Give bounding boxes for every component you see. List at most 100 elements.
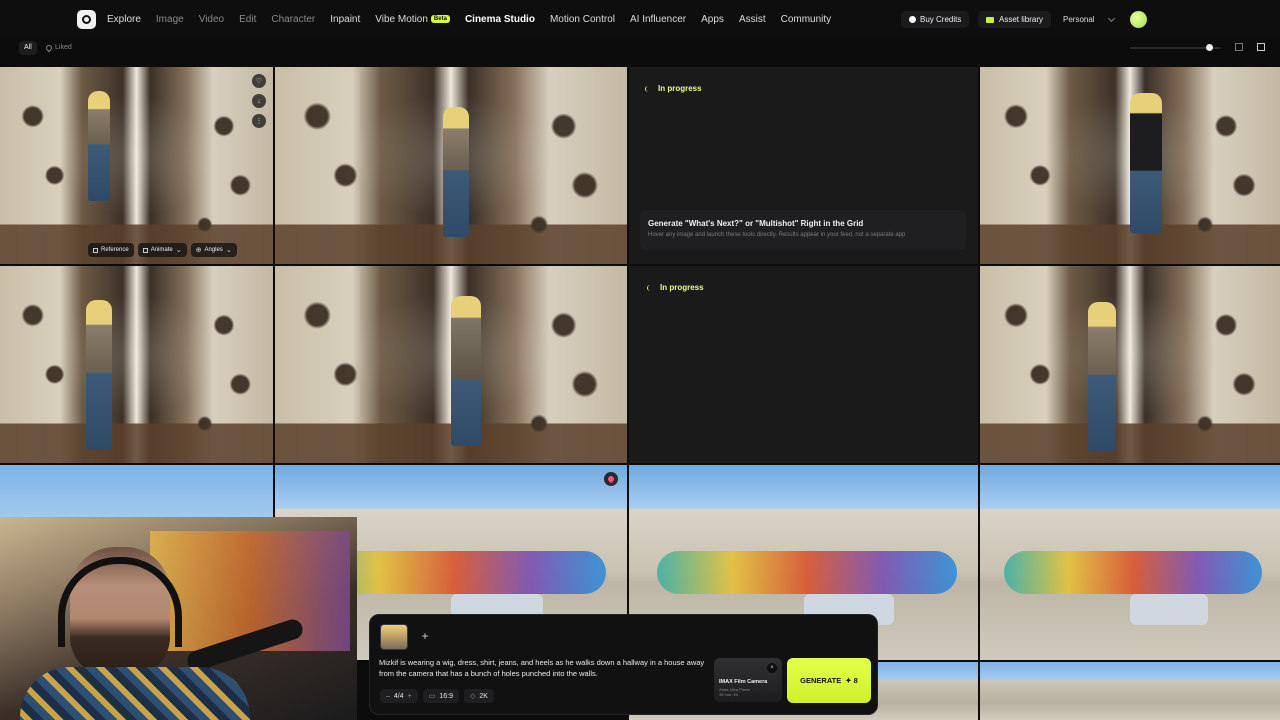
generate-cost: ✦ 8 (845, 676, 858, 685)
reference-image-thumbnail[interactable] (380, 624, 408, 650)
prompt-input[interactable]: Mizkif is wearing a wig, dress, shirt, j… (379, 657, 709, 679)
image-subject (443, 107, 469, 237)
spinner-icon (645, 85, 651, 92)
image-hover-actions: ♡ ↓ ⋮ (252, 74, 266, 128)
nav-item-label: AI Influencer (629, 13, 687, 25)
generate-button[interactable]: GENERATE ✦ 8 (787, 658, 871, 703)
nav-item-inpaint[interactable]: Inpaint (330, 14, 360, 25)
grid-view-icon[interactable] (1257, 43, 1265, 51)
nav-item-ai-influencer[interactable]: AI Influencer (630, 14, 686, 25)
grid-image[interactable] (980, 266, 1280, 463)
aspect-ratio-value: 16:9 (439, 692, 453, 700)
reference-button[interactable]: Reference (88, 243, 134, 257)
image-subject (1088, 302, 1116, 452)
grid-image[interactable] (980, 465, 1280, 660)
nav-item-apps[interactable]: Apps (701, 14, 724, 25)
filter-liked-label: Liked (55, 44, 72, 51)
chevron-down-icon (1107, 14, 1116, 22)
like-button[interactable]: ♡ (252, 74, 266, 88)
webcam-shirt (20, 667, 250, 720)
tip-title: Generate "What's Next?" or "Multishot" R… (648, 219, 864, 228)
nav-item-cinema-studio[interactable]: Cinema Studio (465, 14, 535, 25)
nav-item-label: Image (155, 13, 184, 25)
grid-image[interactable] (980, 662, 1280, 720)
nav-item-edit[interactable]: Edit (239, 14, 256, 25)
heart-outline-icon (44, 43, 54, 53)
aspect-ratio-button[interactable]: ▭ 16:9 (422, 689, 459, 703)
heart-filled-icon (606, 474, 616, 484)
image-icon (93, 247, 98, 253)
download-icon: ↓ (257, 97, 261, 105)
quality-icon: ◇ (469, 693, 476, 700)
nav-item-label: Video (198, 13, 225, 25)
nav-item-explore[interactable]: Explore (107, 14, 141, 25)
close-icon[interactable]: × (767, 663, 777, 673)
generate-label: GENERATE (800, 676, 842, 685)
nav-item-motion-control[interactable]: Motion Control (550, 14, 615, 25)
image-hover-tools: Reference Animate ⌄ ⊕ Angles ⌄ (88, 243, 237, 257)
in-progress-status: In progress (647, 283, 704, 292)
download-button[interactable]: ↓ (252, 94, 266, 108)
nav-item-label: Cinema Studio (464, 13, 535, 25)
chevron-down-icon: ⌄ (225, 246, 232, 254)
liked-badge[interactable] (604, 472, 618, 486)
camera-title: IMAX Film Camera (719, 679, 768, 685)
more-button[interactable]: ⋮ (252, 114, 266, 128)
main-nav: Explore Image Video Edit Character Inpaint Vib… (107, 0, 831, 38)
animate-button[interactable]: Animate ⌄ (137, 243, 187, 257)
grid-image[interactable] (275, 67, 627, 264)
nav-item-label: Assist (738, 13, 766, 25)
workspace-selector[interactable]: Personal (1057, 11, 1120, 28)
prompt-options: – 4/4 + ▭ 16:9 ◇ 2K (380, 689, 494, 703)
resolution-button[interactable]: ◇ 2K (463, 689, 494, 703)
app-logo-icon[interactable] (77, 10, 96, 29)
filter-bar: All Liked (0, 38, 1280, 58)
folder-icon (986, 16, 994, 23)
resolution-value: 2K (479, 692, 488, 700)
nav-item-label: Edit (239, 13, 257, 25)
chevron-down-icon: ⌄ (175, 246, 182, 254)
image-subject (1130, 93, 1162, 233)
buy-credits-label: Buy Credits (920, 15, 962, 24)
angles-icon: ⊕ (195, 246, 202, 254)
filter-liked-tab[interactable]: Liked (44, 41, 72, 55)
more-icon: ⋮ (255, 117, 263, 125)
minus-icon[interactable]: – (386, 693, 390, 700)
batch-count-stepper[interactable]: – 4/4 + (380, 689, 418, 703)
angles-label: Angles (204, 247, 223, 253)
image-subject (86, 300, 112, 450)
angles-button[interactable]: ⊕ Angles ⌄ (190, 243, 237, 257)
tip-banner: Generate "What's Next?" or "Multishot" R… (640, 210, 966, 250)
plus-icon[interactable]: + (408, 693, 412, 700)
webcam-overlay (0, 517, 357, 720)
workspace-label: Personal (1063, 15, 1095, 24)
prompt-panel: + Mizkif is wearing a wig, dress, shirt,… (369, 614, 878, 715)
avatar[interactable] (1130, 11, 1147, 28)
add-reference-button[interactable]: + (418, 628, 432, 644)
asset-library-button[interactable]: Asset library (978, 11, 1052, 28)
nav-item-community[interactable]: Community (781, 14, 832, 25)
nav-item-character[interactable]: Character (271, 14, 315, 25)
buy-credits-button[interactable]: Buy Credits (901, 11, 970, 28)
nav-item-assist[interactable]: Assist (739, 14, 766, 25)
camera-lens-line2: 35 mm, f/4 (719, 692, 738, 697)
image-subject (451, 296, 481, 446)
grid-image[interactable] (980, 67, 1280, 264)
reference-label: Reference (101, 247, 129, 253)
grid-image[interactable] (0, 266, 273, 463)
nav-item-image[interactable]: Image (156, 14, 184, 25)
beta-badge: Beta (430, 14, 450, 23)
camera-selector[interactable]: × IMAX Film Camera Zeiss Ultra Prime 35 … (714, 658, 782, 702)
batch-count-value: 4/4 (393, 692, 404, 700)
grid-image[interactable] (275, 266, 627, 463)
nav-item-label: Inpaint (330, 13, 361, 25)
nav-item-video[interactable]: Video (199, 14, 224, 25)
list-view-icon[interactable] (1235, 43, 1243, 51)
in-progress-label: In progress (658, 84, 702, 93)
grid-image[interactable] (0, 67, 273, 264)
zoom-slider-handle[interactable] (1206, 44, 1213, 51)
nav-item-vibe-motion[interactable]: Vibe Motion Beta (375, 14, 450, 25)
in-progress-tile (629, 266, 978, 463)
filter-all-tab[interactable]: All (19, 41, 37, 55)
tip-subtitle: Hover any image and launch these tools d… (648, 232, 906, 238)
